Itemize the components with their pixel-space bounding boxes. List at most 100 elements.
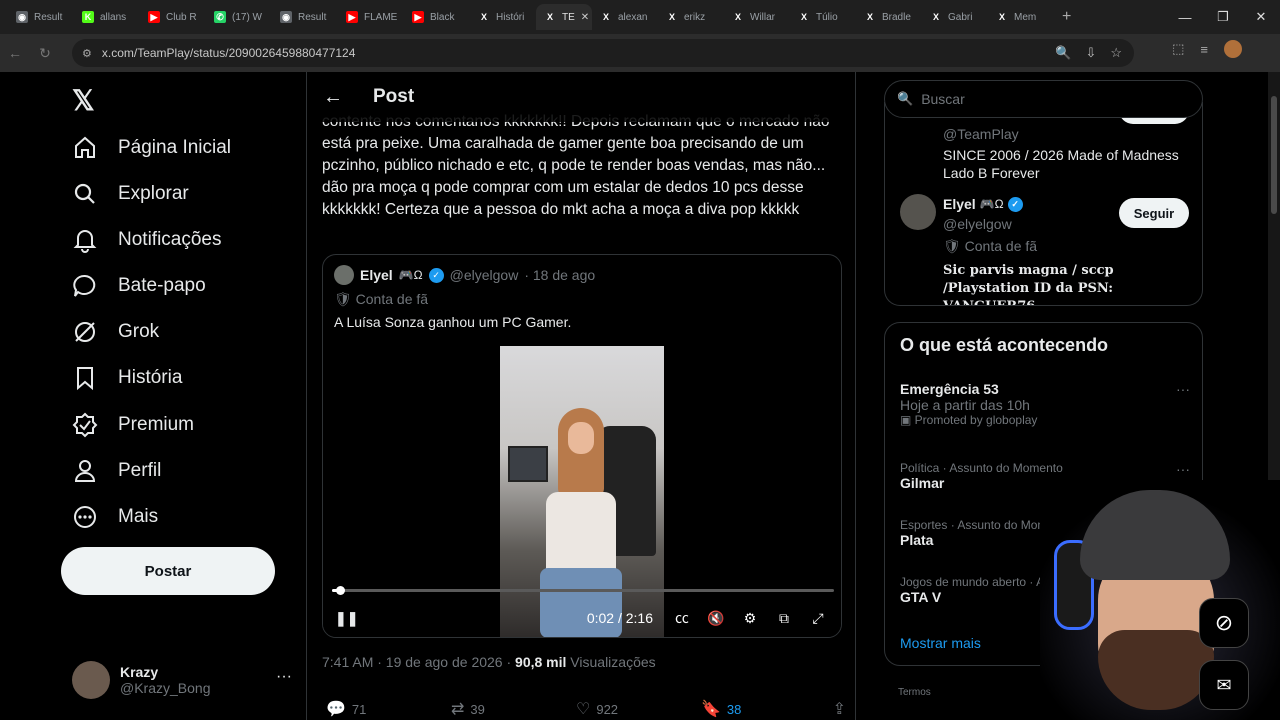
share-button[interactable]: ⇪ [833, 699, 846, 719]
video-player[interactable]: ❚❚ 0:02 / 2:16 ㏄ 🔇 ⚙ ⧉ ⤢ [323, 346, 841, 637]
repost-count: 39 [470, 701, 485, 717]
mute-icon[interactable]: 🔇 [699, 610, 733, 627]
more-dots-icon[interactable]: ··· [1176, 461, 1190, 477]
sidebar-item-grok[interactable]: Grok [72, 309, 159, 355]
sidebar-item-premium[interactable]: Premium [72, 402, 194, 448]
captions-icon[interactable]: ㏄ [665, 608, 699, 628]
browser-tab[interactable]: Xalexan [592, 4, 658, 30]
progress-knob[interactable] [335, 586, 345, 595]
sidebar-item-mais[interactable]: Mais [72, 494, 158, 540]
messages-fab-icon[interactable]: ✉ [1199, 660, 1249, 710]
follow-suggestion[interactable]: @TeamPlay SINCE 2006 / 2026 Made of Madn… [943, 110, 1193, 182]
account-switcher[interactable]: Krazy @Krazy_Bong ··· [72, 658, 292, 702]
sidebar-item-label: Premium [118, 414, 195, 435]
avatar[interactable] [900, 194, 936, 230]
sidebar-item-p-gina-inicial[interactable]: Página Inicial [72, 125, 231, 171]
sidebar-item-hist-ria[interactable]: História [72, 355, 182, 401]
browser-tab[interactable]: X Mem [988, 4, 1054, 30]
bookmark-count: 38 [726, 701, 742, 717]
chat-icon [73, 274, 96, 297]
post-timestamp[interactable]: 7:41 AM · 19 de ago de 2026 · [322, 654, 511, 670]
terms-link[interactable]: Termos [898, 687, 931, 698]
settings-gear-icon[interactable]: ⚙ [733, 610, 767, 627]
grok-fab-icon[interactable]: ⊘ [1199, 598, 1249, 648]
browser-tab[interactable]: ▶ FLAME [338, 4, 404, 30]
youtube-icon: ▶ [412, 11, 424, 23]
grok-icon [75, 322, 95, 342]
sidebar-item-notifica-es[interactable]: Notificações [72, 217, 222, 263]
pause-icon[interactable]: ❚❚ [335, 610, 358, 627]
browser-tab[interactable]: X Willar [724, 4, 790, 30]
follow-button[interactable]: Seguir [1119, 198, 1189, 228]
tab-label: Bradle [882, 11, 911, 23]
browser-tab[interactable]: ✆ (17) W [206, 4, 272, 30]
site-info-icon[interactable]: ⚙ [82, 47, 92, 60]
promoted-label: ▣ Promoted by globoplay [900, 413, 1038, 427]
browser-tab[interactable]: ▶ Black [404, 4, 470, 30]
quote-author-name[interactable]: Elyel [360, 267, 393, 283]
repost-icon: ⇄ [451, 701, 465, 718]
quoted-post[interactable]: Elyel 🎮Ω ✓ @elyelgow · 18 de ago 🛡 Conta… [322, 254, 842, 638]
reply-button[interactable]: 💬 71 [326, 699, 451, 719]
show-more-link[interactable]: Mostrar mais [900, 635, 981, 651]
video-time: 0:02 / 2:16 [586, 610, 653, 626]
back-icon[interactable]: ← [0, 45, 30, 61]
repost-button[interactable]: ⇄ 39 [451, 699, 576, 719]
pip-icon[interactable]: ⧉ [767, 610, 801, 627]
search-icon [74, 183, 95, 204]
browser-tab-strip: ◉ Result Kallans ▶ Club R ✆ (17) W ◉ Result ▶ FLAM… [0, 0, 1280, 34]
new-tab-button[interactable]: + [1062, 8, 1071, 26]
sidebar-item-label: História [118, 367, 183, 388]
tab-label: Result [34, 11, 63, 23]
browser-tab[interactable]: Xerikz [658, 4, 724, 30]
browser-tab[interactable]: ◉ Result [8, 4, 74, 30]
x-logo-icon[interactable]: 𝕏 [72, 84, 95, 117]
reload-icon[interactable]: ↻ [30, 45, 60, 62]
profile-avatar[interactable] [1224, 40, 1242, 58]
browser-tab[interactable]: ◉ Result [272, 4, 338, 30]
browser-tab[interactable]: X Gabri [922, 4, 988, 30]
trend-item[interactable]: Emergência 53 Hoje a partir das 10h ▣ Prom… [900, 381, 1190, 427]
quote-time[interactable]: · 18 de ago [524, 267, 595, 283]
bookmark-button[interactable]: 🔖 38 [701, 699, 826, 719]
browser-tab[interactable]: Kallans [74, 4, 140, 30]
install-icon[interactable]: ⇩ [1085, 45, 1096, 61]
browser-tab[interactable]: X Bradle [856, 4, 922, 30]
like-button[interactable]: ♡ 922 [576, 699, 701, 719]
more-dots-icon[interactable]: ··· [1176, 381, 1190, 397]
zoom-icon[interactable]: 🔍 [1055, 45, 1071, 61]
sidebar-item-perfil[interactable]: Perfil [72, 448, 161, 494]
quote-author-handle[interactable]: @elyelgow [450, 267, 519, 283]
more-dots-icon[interactable]: ··· [276, 668, 292, 686]
video-controls: ❚❚ 0:02 / 2:16 ㏄ 🔇 ⚙ ⧉ ⤢ [335, 606, 835, 630]
sidebar-item-explorar[interactable]: Explorar [72, 171, 189, 217]
bookmark-star-icon[interactable]: ☆ [1110, 45, 1122, 61]
back-arrow-icon[interactable]: ← [323, 86, 353, 109]
sidebar-item-bate-papo[interactable]: Bate-papo [72, 263, 206, 309]
browser-tab[interactable]: ▶ Club R [140, 4, 206, 30]
browser-tab[interactable]: X TE ✕ [536, 4, 592, 30]
video-progress-bar[interactable] [332, 586, 834, 595]
avatar[interactable] [334, 265, 354, 285]
close-window-icon[interactable]: ✕ [1242, 9, 1280, 25]
tab-label: Históri [496, 11, 525, 23]
fullscreen-icon[interactable]: ⤢ [801, 610, 835, 627]
sidebar-item-label: Notificações [118, 229, 222, 250]
search-box[interactable]: 🔍 [884, 80, 1203, 118]
minimize-icon[interactable]: — [1166, 10, 1204, 25]
browser-tab[interactable]: X Túlio [790, 4, 856, 30]
page-title: Post [373, 86, 415, 107]
maximize-icon[interactable]: ❐ [1204, 9, 1242, 25]
reading-list-icon[interactable]: ≡ [1200, 42, 1208, 57]
scrollbar-thumb[interactable] [1271, 96, 1277, 214]
x-icon: X [998, 12, 1005, 22]
post-button[interactable]: Postar [61, 547, 275, 595]
close-tab-icon[interactable]: ✕ [581, 12, 589, 23]
search-input[interactable] [921, 91, 1182, 107]
verified-badge-icon: ✓ [428, 267, 444, 283]
address-bar[interactable]: ⚙ x.com/TeamPlay/status/2090026459880477… [72, 39, 1134, 67]
extensions-icon[interactable]: ⬚ [1172, 41, 1184, 57]
tab-label: allans [100, 11, 127, 23]
browser-tab[interactable]: X Históri [470, 4, 536, 30]
window-controls: — ❐ ✕ [1166, 0, 1280, 34]
